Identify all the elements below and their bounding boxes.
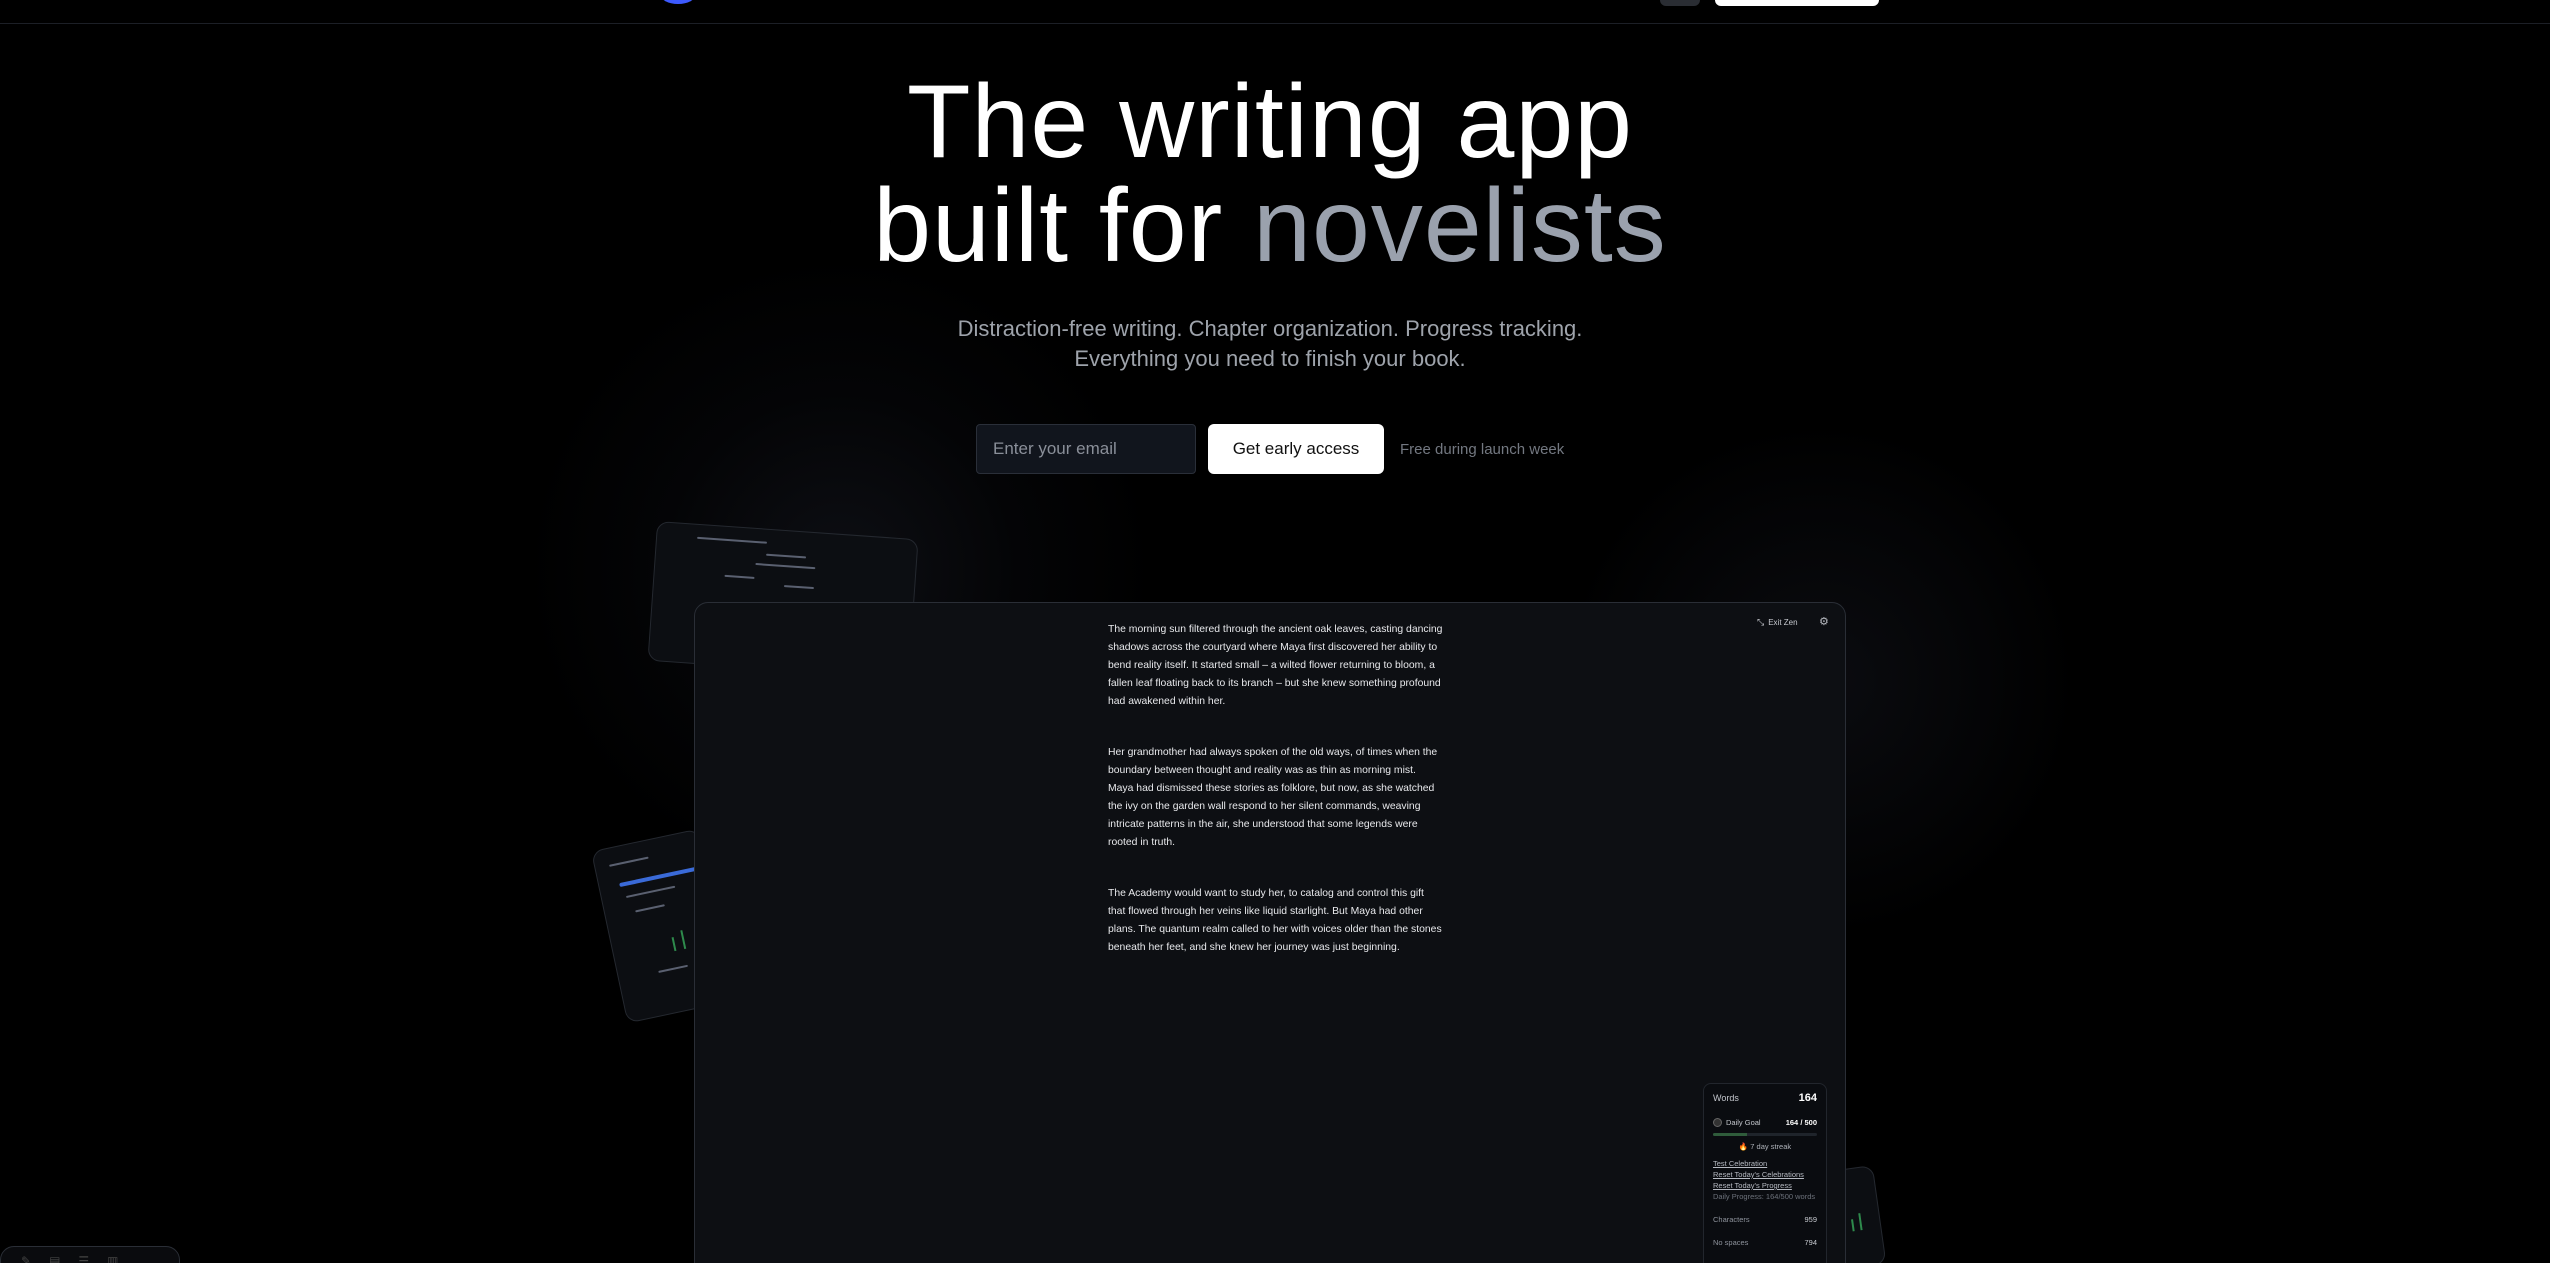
characters-row: Characters 959 <box>1713 1215 1817 1224</box>
editor-paragraph: Her grandmother had always spoken of the… <box>1108 747 1438 848</box>
characters-value: 959 <box>1804 1215 1817 1224</box>
words-value: 164 <box>1798 1092 1817 1104</box>
chart-icon[interactable]: ▥ <box>107 1254 118 1263</box>
no-spaces-label: No spaces <box>1713 1238 1749 1247</box>
landing-page: The writing app built for novelists Dist… <box>0 0 2550 1263</box>
preview-bar <box>1858 1213 1863 1231</box>
preview-line <box>766 553 807 559</box>
daily-progress-text: Daily Progress: 164/500 words <box>1713 1192 1816 1201</box>
test-celebration-link[interactable]: Test Celebration <box>1713 1159 1817 1168</box>
daily-goal: Daily Goal <box>1713 1118 1761 1127</box>
top-nav <box>0 0 2550 24</box>
preview-line <box>609 856 649 867</box>
word-stats-panel: Words 164 Daily Goal 164 / 500 🔥 7 day s… <box>1703 1083 1827 1263</box>
list-icon[interactable]: ☰ <box>78 1254 89 1263</box>
exit-zen-button[interactable]: ⤡ Exit Zen <box>1757 617 1798 628</box>
free-note: Free during launch week <box>1400 440 1565 458</box>
goal-progress-fill <box>1713 1133 1748 1136</box>
collapse-icon: ⤡ <box>1757 617 1765 627</box>
daily-goal-label: Daily Goal <box>1726 1118 1761 1127</box>
preview-bar <box>680 930 687 950</box>
preview-line <box>755 562 816 570</box>
hero-subtitle-line1: Distraction-free writing. Chapter organi… <box>957 316 1583 341</box>
exit-zen-label: Exit Zen <box>1768 618 1798 627</box>
email-input[interactable] <box>976 424 1196 474</box>
hero-title-line2: built for novelists <box>0 174 2540 278</box>
preview-line <box>635 904 665 913</box>
pen-icon[interactable]: ✎ <box>21 1254 31 1263</box>
hero-title-prefix: built for <box>873 168 1254 284</box>
settings-gear-icon[interactable]: ⚙ <box>1819 615 1829 628</box>
reset-progress-link[interactable]: Reset Today's Progress <box>1713 1181 1817 1190</box>
preview-line <box>783 585 814 590</box>
no-spaces-value: 794 <box>1804 1238 1817 1247</box>
preview-line <box>658 964 689 973</box>
book-icon[interactable]: ▤ <box>49 1254 60 1263</box>
editor-paragraph: The morning sun filtered through the anc… <box>1108 624 1443 707</box>
goal-progress-bar <box>1713 1133 1817 1136</box>
words-label: Words <box>1713 1093 1739 1103</box>
editor-text-area[interactable]: The morning sun filtered through the anc… <box>1108 621 1443 990</box>
preview-bar <box>1851 1219 1855 1232</box>
preview-bar <box>671 937 677 952</box>
signup-form: Get early access Free during launch week <box>976 424 1564 474</box>
streak-badge: 🔥 7 day streak <box>1738 1142 1792 1151</box>
hero-title-line1: The writing app <box>906 64 1634 180</box>
hero-title: The writing app built for novelists <box>0 70 2540 278</box>
editor-paragraph: The Academy would want to study her, to … <box>1108 888 1442 953</box>
bottom-toolbar: ✎ ▤ ☰ ▥ <box>0 1246 180 1263</box>
preview-line <box>697 536 768 544</box>
reset-celebrations-link[interactable]: Reset Today's Celebrations <box>1713 1170 1817 1179</box>
get-early-access-button[interactable]: Get early access <box>1208 424 1384 474</box>
no-spaces-row: No spaces 794 <box>1713 1238 1817 1247</box>
theme-toggle-button[interactable] <box>1660 0 1700 6</box>
editor-preview: ⤡ Exit Zen ⚙ The morning sun filtered th… <box>694 602 1846 1263</box>
characters-label: Characters <box>1713 1215 1750 1224</box>
hero-subtitle: Distraction-free writing. Chapter organi… <box>0 314 2540 374</box>
daily-goal-value: 164 / 500 <box>1785 1118 1817 1127</box>
hero-title-accent: novelists <box>1253 168 1667 284</box>
logo-icon[interactable] <box>660 0 696 4</box>
nav-cta-button[interactable] <box>1715 0 1879 6</box>
goal-ring-icon <box>1713 1118 1722 1127</box>
preview-line <box>625 885 676 899</box>
daily-goal-row: Daily Goal 164 / 500 <box>1713 1118 1817 1127</box>
words-row: Words 164 <box>1713 1092 1817 1104</box>
preview-line <box>724 574 755 579</box>
hero-subtitle-line2: Everything you need to finish your book. <box>1074 346 1466 371</box>
